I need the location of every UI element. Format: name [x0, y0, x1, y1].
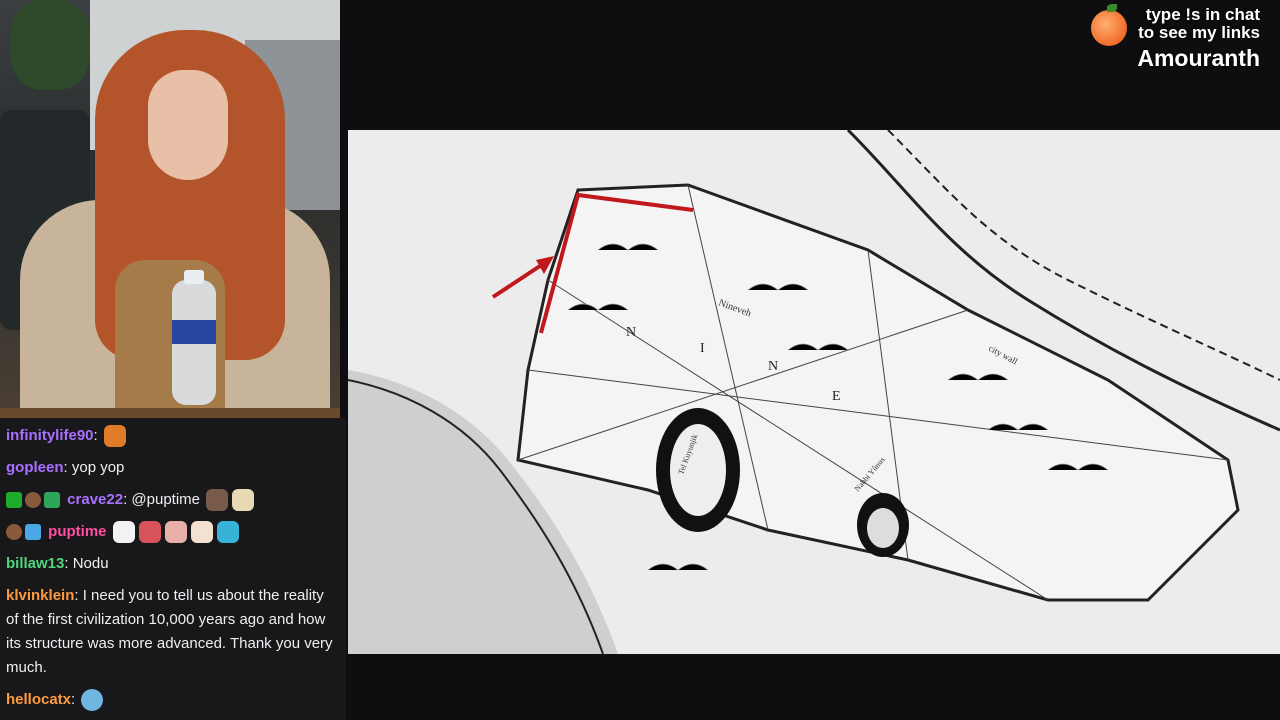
- chat-username[interactable]: infinitylife90: [6, 427, 94, 444]
- peach-icon: [1091, 4, 1128, 46]
- streamer-face: [148, 70, 228, 180]
- chat-username[interactable]: klvinklein: [6, 587, 74, 604]
- map-letter: I: [700, 341, 705, 356]
- cat-emote: [138, 521, 161, 544]
- chat-message: hellocatx:: [6, 688, 338, 712]
- cat-emote: [190, 521, 213, 544]
- overlay-line-1: type !s in chat: [1145, 5, 1260, 24]
- background-plant: [10, 0, 90, 90]
- chat-message: puptime: [6, 520, 338, 544]
- cat-emote: [112, 521, 135, 544]
- chat-username[interactable]: billaw13: [6, 555, 64, 572]
- chat-text: Nodu: [72, 555, 109, 572]
- chat-message: gopleen: yop yop: [6, 459, 125, 476]
- water-bottle: [172, 270, 216, 405]
- nabi-yunus-mound-inner: [867, 508, 899, 548]
- dog-emote: [206, 489, 229, 512]
- cat-emote: [164, 521, 187, 544]
- badge-icon: [6, 524, 22, 541]
- bottle-label: [172, 320, 216, 344]
- chat-message: billaw13: Nodu: [6, 555, 109, 572]
- chat-username[interactable]: crave22: [67, 491, 123, 508]
- chat-message: klvinklein: I need you to tell us about …: [6, 587, 333, 676]
- stream-overlay: type !s in chat to see my links Amourant…: [1091, 4, 1260, 72]
- map-letter: E: [832, 389, 841, 404]
- chat-mention[interactable]: @puptime: [131, 491, 200, 508]
- bottle-cap: [184, 270, 204, 284]
- map-image: N I N E Nineveh city wall Nabbi Yûnus Te…: [348, 130, 1280, 654]
- badge-icon: [6, 492, 22, 509]
- streamer-name: Amouranth: [1137, 45, 1260, 71]
- desk-edge: [0, 408, 340, 418]
- chat-panel: infinitylife90: gopleen: yop yop crave22…: [0, 418, 346, 720]
- map-letter: N: [768, 359, 778, 374]
- blob-emote: [81, 689, 104, 712]
- map-letter: N: [626, 325, 636, 340]
- cat-emote: [216, 521, 239, 544]
- webcam-feed: [0, 0, 340, 418]
- dog-emote: [232, 489, 255, 512]
- nineveh-map: N I N E Nineveh city wall Nabbi Yûnus Te…: [348, 130, 1280, 654]
- butterfly-icon: [44, 492, 60, 509]
- chat-text: yop yop: [71, 459, 125, 476]
- overlay-line-2: to see my links: [1138, 23, 1260, 42]
- red-annotation-arrow: [491, 260, 548, 299]
- chat-message: crave22: @puptime: [6, 488, 338, 512]
- chat-message: infinitylife90:: [6, 424, 338, 448]
- fox-emote: [103, 425, 126, 448]
- chat-username[interactable]: puptime: [48, 523, 106, 540]
- prime-icon: [25, 524, 41, 541]
- badge-icon: [25, 492, 41, 509]
- chat-username[interactable]: hellocatx: [6, 691, 71, 708]
- chat-username[interactable]: gopleen: [6, 459, 64, 476]
